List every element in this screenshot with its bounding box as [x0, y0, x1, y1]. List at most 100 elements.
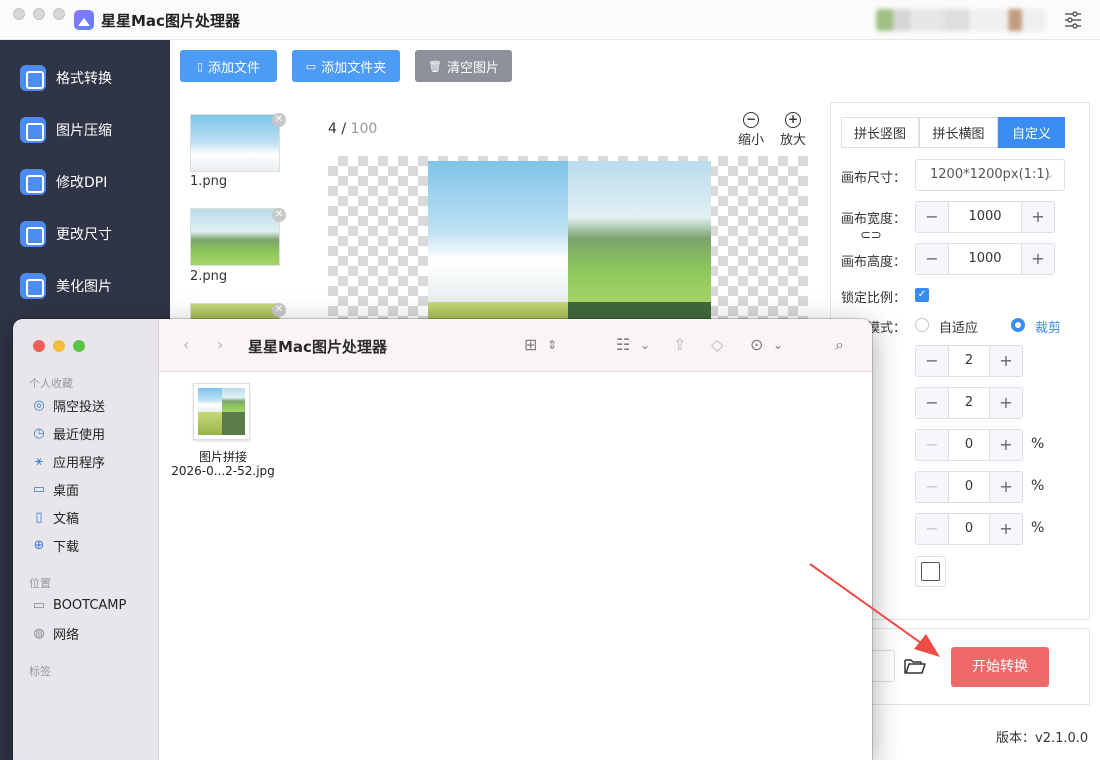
file-preview-tile — [198, 411, 222, 435]
tab-long-horizontal[interactable]: 拼长横图 — [919, 117, 998, 148]
user-account-area[interactable] — [876, 9, 1046, 31]
sidebar-item-dpi[interactable]: 修改DPI — [0, 160, 170, 204]
finder-item-downloads[interactable]: ⊕ 下载 — [32, 534, 79, 556]
clear-images-label: 清空图片 — [446, 60, 499, 76]
add-folder-button[interactable]: ▭ 添加文件夹 — [292, 50, 400, 82]
sidebar-item-format-convert[interactable]: 格式转换 — [0, 56, 170, 100]
back-chevron-icon[interactable]: ‹ — [183, 335, 189, 354]
forward-chevron-icon[interactable]: › — [217, 335, 223, 354]
finder-item-applications[interactable]: ⚹ 应用程序 — [32, 450, 105, 472]
lock-ratio-checkbox[interactable]: ✓ — [915, 288, 929, 302]
increment-button[interactable]: + — [990, 346, 1022, 376]
finder-item-recents[interactable]: ◷ 最近使用 — [32, 422, 105, 444]
decrement-button[interactable]: − — [916, 514, 948, 544]
preview-canvas[interactable] — [328, 156, 808, 326]
decrement-button[interactable]: − — [916, 202, 948, 232]
radius-input[interactable]: 0 — [948, 514, 990, 544]
margin-stepper[interactable]: − 0 + — [915, 471, 1023, 503]
apps-icon: ⚹ — [35, 453, 43, 469]
increment-button[interactable]: + — [1022, 202, 1054, 232]
file-name-line2: 2026-0...2-52.jpg — [171, 464, 275, 478]
finder-close-button[interactable] — [33, 340, 45, 352]
sidebar-item-resize[interactable]: 更改尺寸 — [0, 212, 170, 256]
more-options-icon[interactable]: ⊙ — [750, 335, 763, 354]
gap-stepper[interactable]: − 0 + — [915, 429, 1023, 461]
tab-custom[interactable]: 自定义 — [998, 117, 1065, 148]
zoom-in-button[interactable]: + 放大 — [780, 112, 806, 148]
remove-thumbnail-icon[interactable]: ✕ — [272, 208, 286, 222]
finder-item-documents[interactable]: ▯ 文稿 — [32, 506, 79, 528]
clear-images-button[interactable]: 🗑 清空图片 — [415, 50, 512, 82]
file-thumbnail[interactable] — [193, 383, 250, 440]
grid-view-icon[interactable]: ⊞ — [524, 335, 537, 354]
close-window-button[interactable] — [13, 8, 25, 20]
chevron-down-icon[interactable]: ⌄ — [640, 338, 650, 352]
title-bar: 星星Mac图片处理器 — [0, 0, 1100, 40]
link-ratio-icon[interactable]: ⊂⊃ — [860, 228, 882, 243]
sidebar-item-compress[interactable]: 图片压缩 — [0, 108, 170, 152]
zoom-out-button[interactable]: − 缩小 — [738, 112, 764, 148]
dpi-icon — [20, 169, 46, 195]
zoom-window-button[interactable] — [53, 8, 65, 20]
remove-thumbnail-icon[interactable]: ✕ — [272, 303, 286, 317]
thumbnail-1[interactable] — [190, 114, 280, 172]
rows-stepper[interactable]: − 2 + — [915, 345, 1023, 377]
search-icon[interactable]: ⌕ — [835, 335, 844, 355]
canvas-width-stepper[interactable]: − 1000 + — [915, 201, 1055, 233]
resize-icon — [20, 221, 46, 247]
group-view-icon[interactable]: ☷ — [616, 335, 630, 354]
canvas-height-input[interactable]: 1000 — [948, 244, 1022, 274]
increment-button[interactable]: + — [990, 472, 1022, 502]
canvas-height-label: 画布高度： — [841, 255, 907, 270]
canvas-height-stepper[interactable]: − 1000 + — [915, 243, 1055, 275]
mode-fit-radio[interactable] — [915, 318, 929, 332]
share-icon[interactable]: ⇪ — [673, 335, 686, 354]
collage-tile — [568, 161, 711, 302]
finder-item-label: 应用程序 — [53, 455, 106, 471]
add-file-button[interactable]: ▯ 添加文件 — [180, 50, 277, 82]
margin-input[interactable]: 0 — [948, 472, 990, 502]
sort-chevron-icon[interactable]: ⇕ — [547, 338, 557, 352]
finder-item-bootcamp[interactable]: ▭ BOOTCAMP — [32, 594, 127, 616]
finder-item-label: 最近使用 — [53, 427, 106, 443]
increment-button[interactable]: + — [990, 514, 1022, 544]
collage-tile — [428, 161, 568, 302]
increment-button[interactable]: + — [990, 430, 1022, 460]
rows-input[interactable]: 2 — [948, 346, 990, 376]
mode-crop-radio[interactable] — [1011, 318, 1025, 332]
cols-input[interactable]: 2 — [948, 388, 990, 418]
decrement-button[interactable]: − — [916, 244, 948, 274]
file-preview-tile — [221, 411, 245, 435]
tab-long-vertical[interactable]: 拼长竖图 — [841, 117, 919, 148]
sidebar-item-beautify[interactable]: 美化图片 — [0, 264, 170, 308]
sidebar-item-label: 图片压缩 — [56, 123, 112, 139]
chevron-down-icon[interactable]: ⌄ — [773, 338, 783, 352]
decrement-button[interactable]: − — [916, 472, 948, 502]
finder-item-network[interactable]: ◍ 网络 — [32, 622, 79, 644]
decrement-button[interactable]: − — [916, 430, 948, 460]
document-icon: ▯ — [35, 509, 43, 525]
increment-button[interactable]: + — [990, 388, 1022, 418]
gap-input[interactable]: 0 — [948, 430, 990, 460]
finder-zoom-button[interactable] — [73, 340, 85, 352]
canvas-width-input[interactable]: 1000 — [948, 202, 1022, 232]
finder-item-airdrop[interactable]: ◎ 隔空投送 — [32, 394, 105, 416]
finder-minimize-button[interactable] — [53, 340, 65, 352]
settings-sliders-icon[interactable] — [1064, 11, 1082, 29]
file-preview-tile — [221, 388, 245, 412]
folder-icon: ▭ — [305, 59, 317, 73]
canvas-width-label: 画布宽度： — [841, 212, 907, 227]
thumbnail-2[interactable] — [190, 208, 280, 266]
minimize-window-button[interactable] — [33, 8, 45, 20]
tag-icon[interactable]: ◇ — [711, 335, 723, 354]
radius-stepper[interactable]: − 0 + — [915, 513, 1023, 545]
finder-item-desktop[interactable]: ▭ 桌面 — [32, 478, 79, 500]
cols-stepper[interactable]: − 2 + — [915, 387, 1023, 419]
remove-thumbnail-icon[interactable]: ✕ — [272, 113, 286, 127]
increment-button[interactable]: + — [1022, 244, 1054, 274]
decrement-button[interactable]: − — [916, 388, 948, 418]
start-convert-button[interactable]: 开始转换 — [951, 647, 1049, 687]
zoom-out-icon: − — [743, 112, 759, 128]
decrement-button[interactable]: − — [916, 346, 948, 376]
canvas-size-select[interactable]: 1200*1200px(1:1) ⌄ — [915, 159, 1065, 191]
